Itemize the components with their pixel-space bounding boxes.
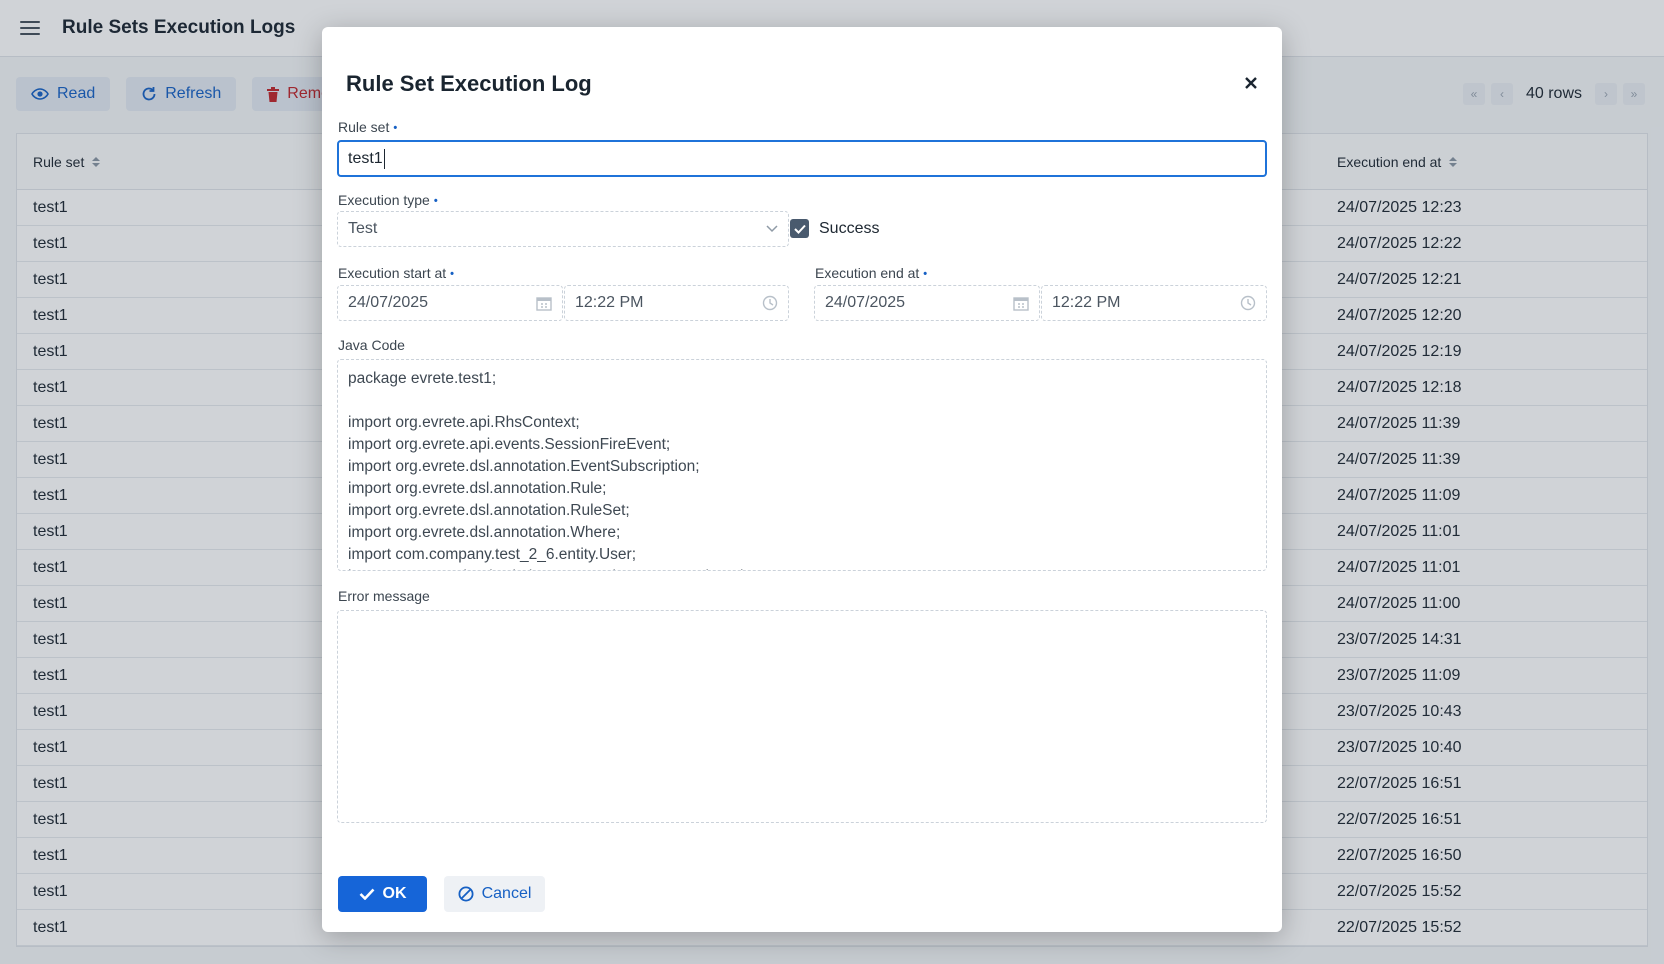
rule-set-label: Rule set • bbox=[338, 119, 398, 135]
java-code-textarea[interactable]: package evrete.test1; import org.evrete.… bbox=[337, 359, 1267, 571]
check-icon bbox=[359, 888, 375, 900]
app-root: Rule Sets Execution Logs Read Refresh Re… bbox=[0, 0, 1664, 964]
success-label: Success bbox=[819, 219, 880, 237]
execution-type-label: Execution type • bbox=[338, 192, 438, 208]
end-time-field[interactable]: 12:22 PM bbox=[1041, 285, 1267, 321]
calendar-icon[interactable] bbox=[1013, 295, 1029, 311]
check-icon[interactable] bbox=[790, 219, 809, 238]
end-date-field[interactable]: 24/07/2025 bbox=[814, 285, 1040, 321]
ban-icon bbox=[458, 886, 474, 902]
calendar-icon[interactable] bbox=[536, 295, 552, 311]
ok-button-label: OK bbox=[382, 885, 407, 902]
cancel-button[interactable]: Cancel bbox=[444, 876, 545, 912]
clock-icon[interactable] bbox=[1240, 295, 1256, 311]
error-message-textarea[interactable] bbox=[337, 610, 1267, 823]
close-icon[interactable] bbox=[1242, 74, 1260, 92]
cancel-button-label: Cancel bbox=[481, 885, 532, 902]
success-checkbox[interactable]: Success bbox=[790, 219, 879, 238]
execution-start-label: Execution start at • bbox=[338, 265, 455, 281]
clock-icon[interactable] bbox=[762, 295, 778, 311]
error-message-label: Error message bbox=[338, 588, 430, 604]
chevron-down-icon[interactable] bbox=[766, 225, 778, 233]
start-time-field[interactable]: 12:22 PM bbox=[564, 285, 789, 321]
rule-set-input[interactable]: test1 bbox=[337, 140, 1267, 177]
execution-type-select[interactable]: Test bbox=[337, 211, 789, 247]
ok-button[interactable]: OK bbox=[338, 876, 427, 912]
dialog-title: Rule Set Execution Log bbox=[346, 71, 592, 96]
start-date-field[interactable]: 24/07/2025 bbox=[337, 285, 563, 321]
execution-end-label: Execution end at • bbox=[815, 265, 928, 281]
execution-log-dialog: Rule Set Execution Log Rule set • test1 E… bbox=[322, 27, 1282, 932]
java-code-label: Java Code bbox=[338, 337, 405, 353]
